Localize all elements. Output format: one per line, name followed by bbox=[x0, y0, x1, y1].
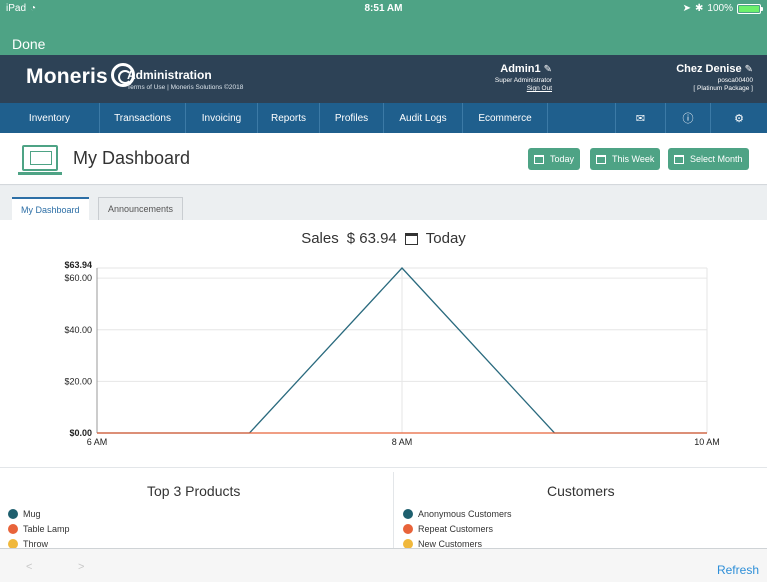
user-role: Super Administrator bbox=[494, 77, 552, 84]
app-header: Moneris Administration Terms of Use | Mo… bbox=[0, 55, 767, 103]
moneris-logo: Moneris bbox=[26, 63, 135, 89]
back-arrow-icon[interactable]: < bbox=[26, 561, 32, 573]
sales-label: Sales bbox=[301, 230, 339, 247]
nav-audit-logs[interactable]: Audit Logs bbox=[384, 103, 463, 133]
mail-icon[interactable]: ✉ bbox=[616, 103, 666, 133]
nav-inventory[interactable]: Inventory bbox=[0, 103, 100, 133]
battery-icon bbox=[737, 3, 763, 14]
top-products-title: Top 3 Products bbox=[147, 483, 241, 499]
wifi-icon: ◔ bbox=[30, 3, 37, 14]
calendar-icon bbox=[596, 154, 606, 164]
logo-text: Moneris bbox=[26, 65, 108, 88]
bottom-toolbar: < > Refresh bbox=[0, 548, 767, 582]
legend-dot bbox=[8, 508, 18, 519]
sales-heading: Sales $ 63.94 Today bbox=[0, 230, 767, 247]
legend-label: Repeat Customers bbox=[418, 523, 494, 534]
nav-reports[interactable]: Reports bbox=[258, 103, 320, 133]
y-tick-label: $20.00 bbox=[64, 376, 92, 386]
legend-item: Mug bbox=[8, 506, 70, 521]
nav-ecommerce[interactable]: Ecommerce bbox=[463, 103, 548, 133]
edit-store-icon[interactable]: ✎ bbox=[745, 64, 753, 75]
this-week-button-label: This Week bbox=[612, 154, 655, 164]
page-title: My Dashboard bbox=[73, 148, 191, 168]
nav-invoicing[interactable]: Invoicing bbox=[186, 103, 258, 133]
status-time: 8:51 AM bbox=[364, 3, 403, 14]
legend-dot bbox=[8, 523, 18, 534]
store-info: Chez Denise ✎ posca00400 [ Platinum Packa… bbox=[676, 63, 753, 92]
x-tick-label: 8 AM bbox=[392, 437, 413, 447]
legend-label: Mug bbox=[23, 508, 41, 519]
nav-profiles[interactable]: Profiles bbox=[320, 103, 384, 133]
x-tick-label: 10 AM bbox=[694, 437, 720, 447]
top-products-legend: Mug Table Lamp Throw bbox=[8, 506, 70, 551]
status-bar: iPad ◔ 8:51 AM ➤ ✱ 100% bbox=[0, 0, 767, 17]
main-nav: Inventory Transactions Invoicing Reports… bbox=[0, 103, 767, 133]
done-button[interactable]: Done bbox=[12, 36, 45, 52]
today-button[interactable]: Today bbox=[528, 148, 581, 170]
legend-label: Table Lamp bbox=[23, 523, 70, 534]
today-button-label: Today bbox=[550, 154, 575, 164]
sales-period: Today bbox=[425, 230, 466, 247]
help-icon[interactable]: ⓘ bbox=[666, 103, 711, 133]
location-icon: ➤ bbox=[682, 3, 692, 14]
dashboard-icon bbox=[18, 145, 62, 175]
calendar-icon bbox=[674, 154, 684, 164]
select-month-button[interactable]: Select Month bbox=[668, 148, 749, 170]
store-package: [ Platinum Package ] bbox=[693, 85, 753, 92]
calendar-icon bbox=[534, 154, 544, 164]
tab-my-dashboard[interactable]: My Dashboard bbox=[12, 197, 89, 220]
page-title-bar: My Dashboard Today This Week Select Mont… bbox=[0, 133, 767, 185]
nav-transactions[interactable]: Transactions bbox=[100, 103, 186, 133]
legend-dot bbox=[403, 523, 413, 534]
legend-item: Anonymous Customers bbox=[403, 506, 512, 521]
legend-item: Table Lamp bbox=[8, 521, 70, 536]
settings-icon[interactable]: ⚙ bbox=[711, 103, 767, 133]
legend-label: New Customers bbox=[418, 538, 483, 549]
store-id: posca00400 bbox=[717, 77, 753, 84]
legend-dot bbox=[403, 538, 413, 549]
sign-out-link[interactable]: Sign Out bbox=[495, 85, 552, 92]
legend-label: Throw bbox=[23, 538, 49, 549]
legend-dot bbox=[403, 508, 413, 519]
calendar-icon bbox=[404, 232, 418, 245]
customers-title: Customers bbox=[547, 483, 615, 499]
sales-line-chart: $0.00$20.00$40.00$60.00$63.946 AM 8 AM 10 … bbox=[64, 260, 720, 447]
nav-spacer bbox=[548, 103, 616, 133]
user-info: Admin1 ✎ Super Administrator Sign Out bbox=[495, 63, 552, 92]
tab-announcements[interactable]: Announcements bbox=[98, 197, 184, 220]
divider bbox=[393, 472, 394, 548]
user-name: Admin1 bbox=[500, 63, 541, 75]
bluetooth-icon: ✱ bbox=[695, 3, 704, 14]
legend-dot bbox=[8, 538, 18, 549]
y-tick-label: $60.00 bbox=[64, 273, 92, 283]
battery-percent: 100% bbox=[707, 3, 733, 14]
dashboard-panel: Sales $ 63.94 Today $0.00 $20.00 $40.00 $60… bbox=[0, 220, 767, 551]
app-title: Administration bbox=[127, 68, 212, 82]
legend-label: Anonymous Customers bbox=[418, 508, 512, 519]
x-tick-label: 6 AM bbox=[87, 437, 108, 447]
edit-user-icon[interactable]: ✎ bbox=[544, 64, 552, 75]
store-name: Chez Denise bbox=[676, 63, 742, 75]
refresh-button[interactable]: Refresh bbox=[717, 563, 759, 577]
ios-top-bar: iPad ◔ 8:51 AM ➤ ✱ 100% Done bbox=[0, 0, 767, 55]
y-tick-label: $40.00 bbox=[64, 325, 92, 335]
divider bbox=[0, 467, 767, 468]
y-tick-label: $63.94 bbox=[64, 260, 92, 270]
sales-amount: $ 63.94 bbox=[346, 230, 397, 247]
select-month-button-label: Select Month bbox=[690, 154, 743, 164]
legend-item: Repeat Customers bbox=[403, 521, 512, 536]
forward-arrow-icon[interactable]: > bbox=[78, 561, 84, 573]
device-label: iPad bbox=[6, 3, 27, 14]
customers-legend: Anonymous Customers Repeat Customers New… bbox=[403, 506, 512, 551]
this-week-button[interactable]: This Week bbox=[590, 148, 661, 170]
app-subtitle[interactable]: Terms of Use | Moneris Solutions ©2018 bbox=[127, 84, 243, 91]
